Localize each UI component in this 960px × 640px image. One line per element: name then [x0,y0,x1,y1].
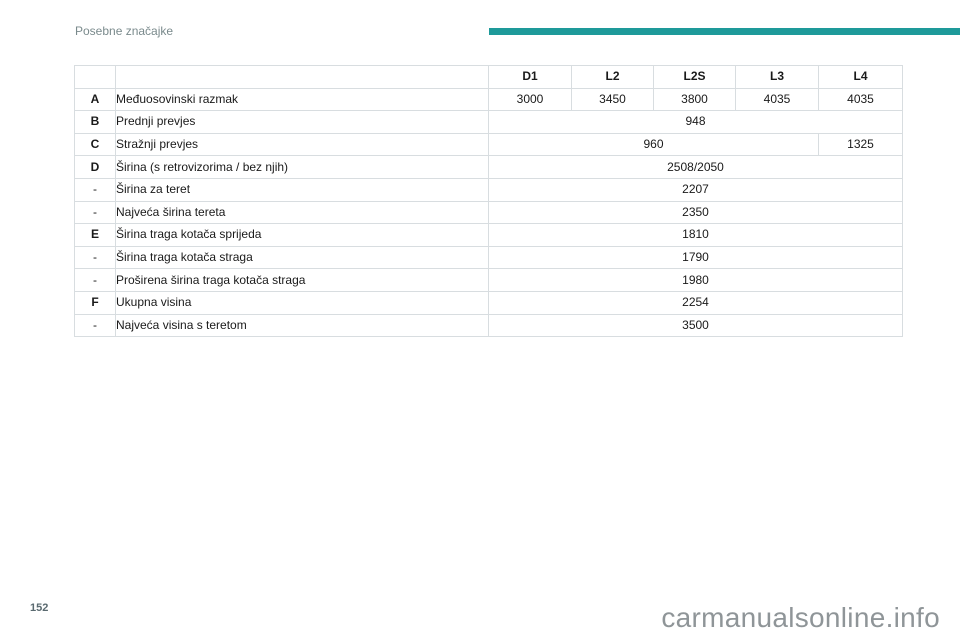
row-value: 3800 [653,87,736,112]
row-code: - [74,200,116,225]
row-value: 1810 [488,223,903,247]
row-value: 4035 [818,87,903,112]
row-code: C [74,132,116,157]
row-code: B [74,110,116,134]
column-header: L2S [653,65,736,89]
column-header: D1 [488,65,572,89]
table-row: - Najveća širina tereta 2350 [74,200,903,225]
row-label: Proširena širina traga kotača straga [115,268,489,292]
row-label: Ukupna visina [115,290,489,315]
row-code: E [74,223,116,247]
table-row: F Ukupna visina 2254 [74,290,903,315]
row-value: 2254 [488,290,903,315]
column-header: L3 [735,65,819,89]
row-label: Širina traga kotača sprijeda [115,223,489,247]
column-header: L4 [818,65,903,89]
watermark: carmanualsonline.info [661,602,940,633]
column-header: L2 [571,65,654,89]
row-value: 2350 [488,200,903,225]
page-number: 152 [30,602,49,614]
row-code: - [74,177,116,202]
section-accent-bar [489,28,960,35]
row-value: 3450 [571,87,654,112]
table-row: - Najveća visina s teretom 3500 [74,313,903,338]
table-row: A Međuosovinski razmak 3000 3450 3800 40… [74,87,903,112]
row-value: 1980 [488,268,903,292]
table-row: E Širina traga kotača sprijeda 1810 [74,223,903,247]
row-value: 1325 [818,132,903,157]
row-label: Širina za teret [115,177,489,202]
row-code: - [74,245,116,270]
row-value: 948 [488,110,903,134]
table-row: D Širina (s retrovizorima / bez njih) 25… [74,155,903,179]
row-label: Stražnji prevjes [115,132,489,157]
row-code: D [74,155,116,179]
table-row: - Proširena širina traga kotača straga 1… [74,268,903,292]
row-value: 1790 [488,245,903,270]
table-row: - Širina traga kotača straga 1790 [74,245,903,270]
table-header-row: D1 L2 L2S L3 L4 [74,65,903,89]
header-code-cell [74,65,116,89]
row-value: 4035 [735,87,819,112]
dimensions-table: D1 L2 L2S L3 L4 A Međuosovinski razmak 3… [74,65,903,338]
row-code: - [74,268,116,292]
row-value: 2207 [488,177,903,202]
row-label: Širina traga kotača straga [115,245,489,270]
table-row: B Prednji prevjes 948 [74,110,903,134]
row-label: Širina (s retrovizorima / bez njih) [115,155,489,179]
row-code: A [74,87,116,112]
table-row: - Širina za teret 2207 [74,177,903,202]
row-value: 3500 [488,313,903,338]
row-value: 960 [488,132,819,157]
row-value: 2508/2050 [488,155,903,179]
header-label-cell [115,65,489,89]
row-label: Međuosovinski razmak [115,87,489,112]
row-code: - [74,313,116,338]
row-label: Najveća širina tereta [115,200,489,225]
row-label: Prednji prevjes [115,110,489,134]
row-label: Najveća visina s teretom [115,313,489,338]
row-code: F [74,290,116,315]
row-value: 3000 [488,87,572,112]
table-row: C Stražnji prevjes 960 1325 [74,132,903,157]
section-title: Posebne značajke [75,24,174,38]
